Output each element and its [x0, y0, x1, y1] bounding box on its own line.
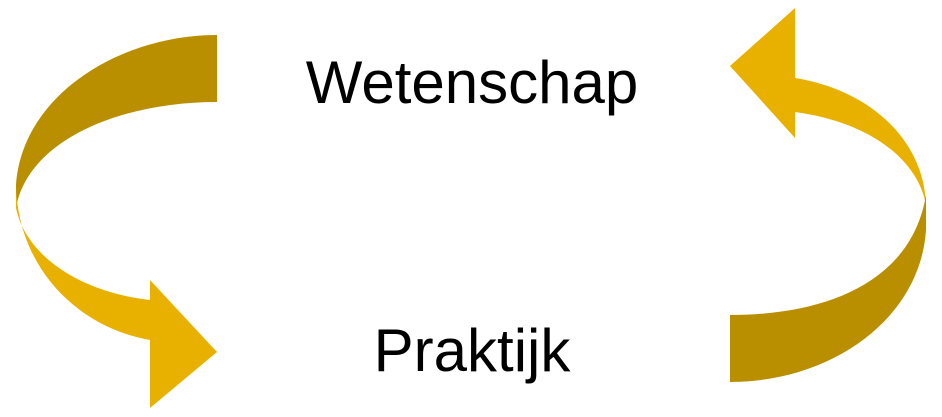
left-arrow-upper-band [16, 35, 217, 208]
left-arrow-lower-band [16, 185, 217, 408]
curved-arrow-up-left-icon [730, 8, 926, 382]
curved-arrow-down-right-icon [16, 35, 217, 408]
right-arrow-upper-band [730, 8, 926, 205]
cycle-diagram: Wetenschap Praktijk [0, 0, 942, 417]
bottom-label: Praktijk [373, 317, 571, 384]
right-arrow-lower-band [730, 195, 926, 382]
top-label: Wetenschap [305, 49, 639, 116]
